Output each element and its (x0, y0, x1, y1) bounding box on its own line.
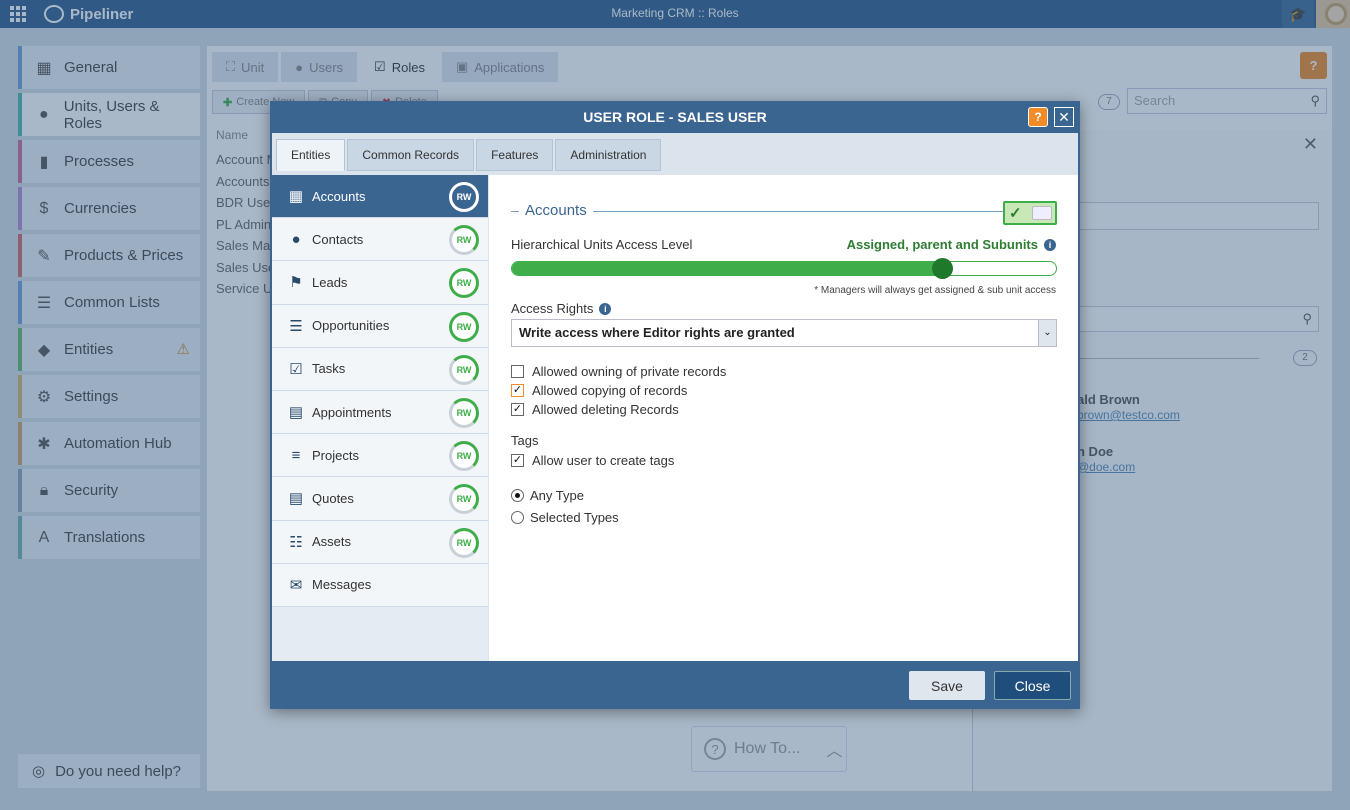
entity-enabled-toggle[interactable]: ✓ (1003, 201, 1057, 225)
lead-icon: ⚑ (289, 274, 303, 292)
hierarchy-slider[interactable] (511, 258, 1057, 279)
checkbox-label: Allow user to create tags (532, 453, 675, 468)
entity-item-leads[interactable]: ⚑ Leads RW (272, 261, 488, 305)
dialog-body: Entities Common Records Features Adminis… (272, 133, 1078, 661)
access-rights-label: Access Rights i (511, 301, 612, 316)
rw-badge: RW (449, 527, 479, 558)
access-rights-text: Access Rights (511, 301, 594, 316)
tab-common-records[interactable]: Common Records (347, 139, 475, 171)
radio-button[interactable] (511, 511, 524, 524)
checkbox-create-tags[interactable]: ✓ Allow user to create tags (511, 453, 674, 468)
rw-badge: RW (449, 354, 479, 385)
entity-item-quotes[interactable]: ▤ Quotes RW (272, 477, 488, 521)
radio-any-type[interactable]: Any Type (511, 488, 584, 503)
checkbox-deleting-records[interactable]: ✓ Allowed deleting Records (511, 402, 679, 417)
checkbox-private-records[interactable]: Allowed owning of private records (511, 364, 726, 379)
hierarchy-label: Hierarchical Units Access Level (511, 237, 693, 252)
entity-label: Opportunities (312, 318, 390, 334)
entity-item-opportunities[interactable]: ☰ Opportunities RW (272, 304, 488, 348)
entity-item-assets[interactable]: ☷ Assets RW (272, 520, 488, 564)
quote-icon: ▤ (288, 490, 304, 508)
entity-item-contacts[interactable]: ● Contacts RW (272, 218, 488, 262)
task-icon: ☑ (289, 360, 303, 378)
dialog-title: USER ROLE - SALES USER (583, 109, 767, 125)
rw-badge: RW (449, 268, 479, 299)
entity-item-tasks[interactable]: ☑ Tasks RW (272, 347, 488, 391)
checkbox[interactable]: ✓ (511, 403, 524, 416)
checkbox-label: Allowed owning of private records (532, 364, 727, 379)
toggle-knob (1032, 206, 1052, 220)
checkbox[interactable] (511, 365, 524, 378)
entity-list: ▦ Accounts RW ● Contacts RW ⚑ Leads RW ☰ Opport… (272, 175, 488, 661)
access-rights-select[interactable]: Write access where Editor rights are gra… (511, 319, 1057, 347)
select-value: Write access where Editor rights are gra… (519, 325, 795, 340)
entity-label: Quotes (312, 490, 354, 506)
checkbox-copying-records[interactable]: ✓ Allowed copying of records (511, 383, 687, 398)
entity-item-accounts[interactable]: ▦ Accounts RW (272, 175, 488, 219)
info-icon[interactable]: i (1044, 238, 1056, 251)
user-role-dialog: USER ROLE - SALES USER ? ✕ Entities Comm… (270, 101, 1080, 709)
close-icon[interactable]: ✕ (1054, 107, 1074, 127)
chevron-down-icon[interactable]: ⌄ (1038, 320, 1056, 346)
entity-item-projects[interactable]: ≡ Projects RW (272, 434, 488, 478)
section-title: Accounts (525, 202, 587, 219)
close-button[interactable]: Close (994, 671, 1071, 700)
radio-label: Selected Types (530, 510, 619, 525)
save-button[interactable]: Save (909, 671, 985, 700)
assets-icon: ☷ (289, 533, 303, 551)
tab-features[interactable]: Features (476, 139, 554, 171)
help-icon[interactable]: ? (1028, 107, 1048, 127)
dialog-tabs: Entities Common Records Features Adminis… (276, 139, 662, 171)
info-icon[interactable]: i (599, 302, 612, 315)
calendar-icon: ▤ (288, 404, 304, 422)
rw-badge: RW (449, 225, 479, 256)
opportunity-icon: ☰ (289, 317, 303, 335)
hierarchy-value: Assigned, parent and Subunits i (847, 237, 1056, 252)
entity-label: Contacts (312, 231, 364, 247)
divider (593, 211, 1003, 212)
entity-item-appointments[interactable]: ▤ Appointments RW (272, 390, 488, 435)
rw-badge: RW (449, 484, 479, 515)
entity-label: Projects (312, 447, 359, 463)
radio-label: Any Type (530, 488, 584, 503)
checkbox-label: Allowed deleting Records (532, 402, 679, 417)
entity-label: Assets (312, 534, 352, 550)
section-header: Accounts ✓ (511, 201, 1057, 225)
tab-entities[interactable]: Entities (276, 139, 346, 171)
building-icon: ▦ (288, 188, 304, 206)
rw-badge: RW (449, 441, 479, 472)
entity-label: Leads (312, 274, 348, 290)
slider-thumb[interactable] (931, 258, 953, 279)
divider (511, 211, 519, 212)
checkbox-label: Allowed copying of records (532, 383, 688, 398)
checkbox[interactable]: ✓ (511, 384, 524, 397)
entity-label: Appointments (312, 404, 392, 420)
rw-badge: RW (449, 182, 479, 212)
tab-administration[interactable]: Administration (555, 139, 662, 171)
hierarchy-value-text: Assigned, parent and Subunits (846, 237, 1038, 252)
dialog-footer: Save Close (270, 661, 1080, 709)
checkmark-icon: ✓ (1009, 205, 1022, 222)
entity-label: Accounts (312, 188, 366, 204)
project-icon: ≡ (291, 446, 301, 464)
radio-button[interactable] (511, 489, 524, 502)
entity-item-messages[interactable]: ✉ Messages (272, 563, 488, 607)
entity-label: Tasks (312, 361, 346, 377)
entity-settings: Accounts ✓ Hierarchical Units Access Lev… (489, 175, 1078, 661)
slider-fill (512, 262, 942, 275)
envelope-icon: ✉ (289, 576, 303, 594)
rw-badge: RW (449, 397, 479, 428)
radio-selected-types[interactable]: Selected Types (511, 510, 619, 525)
tags-label: Tags (511, 433, 539, 448)
contact-icon: ● (291, 230, 301, 248)
checkbox[interactable]: ✓ (511, 454, 524, 467)
rw-badge: RW (449, 311, 479, 342)
managers-note: * Managers will always get assigned & su… (814, 285, 1056, 296)
entity-label: Messages (312, 577, 372, 593)
